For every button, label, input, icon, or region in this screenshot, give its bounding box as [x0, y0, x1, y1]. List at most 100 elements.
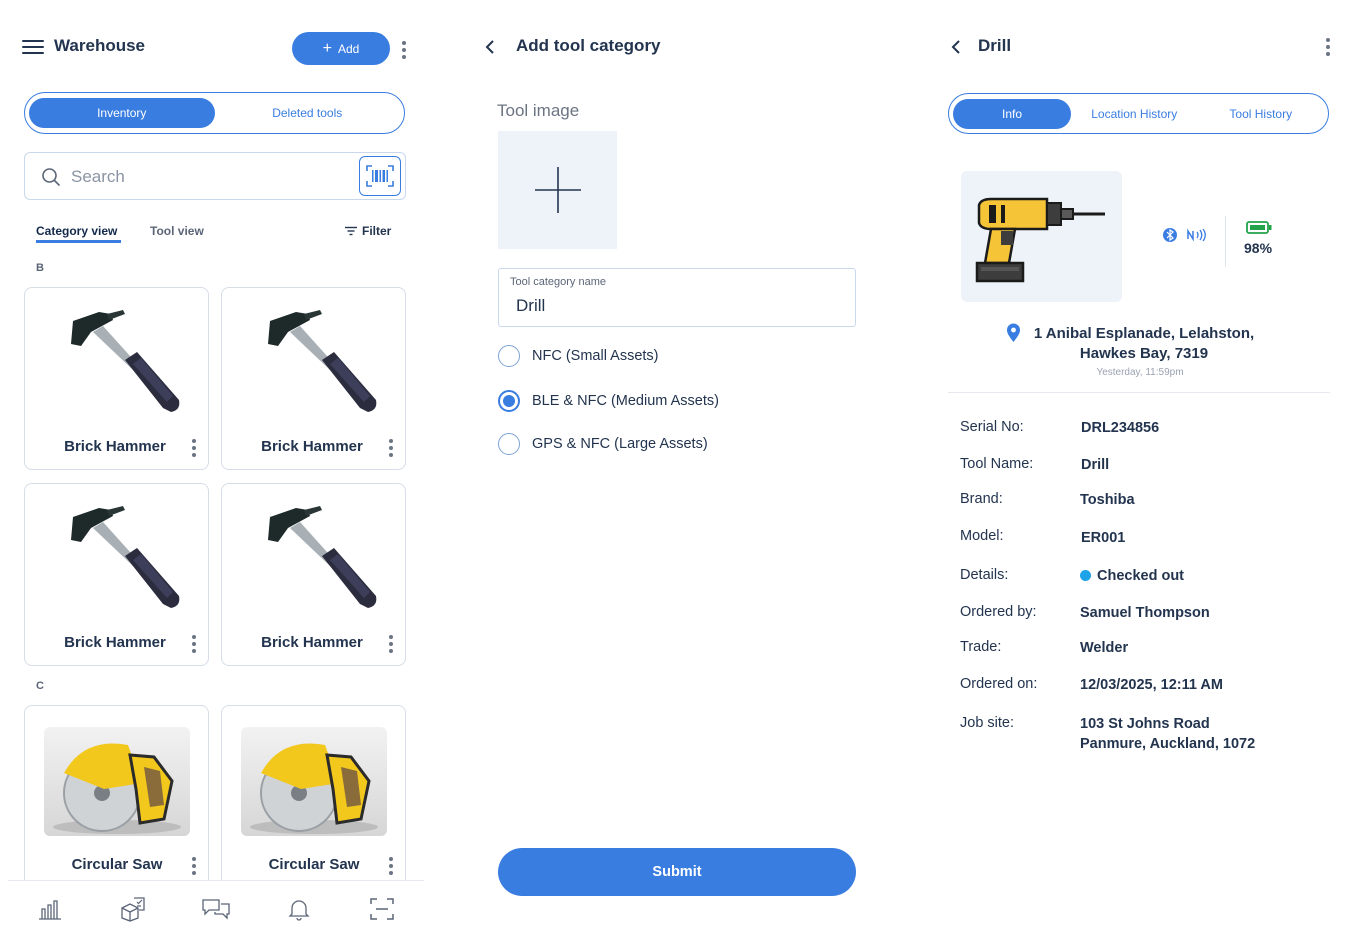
tool-card[interactable]: Brick Hammer	[221, 287, 406, 470]
more-options-icon[interactable]	[389, 439, 393, 460]
hammer-image	[71, 506, 180, 608]
info-value-details: Checked out	[1080, 566, 1184, 586]
info-key-job-site: Job site:	[960, 715, 1014, 731]
field-value: Drill	[516, 296, 546, 315]
radio-option-ble-nfc-medium[interactable]: BLE & NFC (Medium Assets)	[498, 390, 719, 412]
radio-button-selected[interactable]	[498, 390, 520, 412]
section-header: B	[36, 262, 44, 274]
search-icon	[42, 168, 61, 187]
tab-inventory[interactable]: Inventory	[29, 98, 215, 128]
tab-tool-history[interactable]: Tool History	[1198, 99, 1325, 129]
more-options-icon[interactable]	[389, 635, 393, 656]
drill-image	[961, 171, 1122, 302]
menu-icon[interactable]	[22, 40, 44, 54]
search-placeholder: Search	[71, 167, 125, 186]
info-value-trade: Welder	[1080, 640, 1129, 656]
tool-card[interactable]: Brick Hammer	[24, 287, 209, 470]
radio-option-gps-nfc-large[interactable]: GPS & NFC (Large Assets)	[498, 433, 708, 455]
hammer-image	[268, 310, 377, 412]
info-value-ordered-by: Samuel Thompson	[1080, 605, 1210, 621]
battery-icon	[1246, 221, 1272, 234]
info-value-tool-name: Drill	[1081, 457, 1110, 473]
page-title: Drill	[978, 36, 1012, 55]
circular-saw-image	[241, 727, 387, 836]
tool-card-label: Brick Hammer	[64, 438, 166, 455]
radio-label: BLE & NFC (Medium Assets)	[532, 393, 719, 409]
tool-card[interactable]: Brick Hammer	[221, 483, 406, 666]
battery-level: 98%	[1244, 240, 1273, 256]
address-line-2: Hawkes Bay, 7319	[1079, 345, 1209, 362]
info-key-details: Details:	[960, 567, 1009, 583]
more-options-icon[interactable]	[192, 857, 196, 878]
radio-option-nfc-small[interactable]: NFC (Small Assets)	[498, 345, 659, 367]
divider	[948, 392, 1330, 393]
more-options-icon[interactable]	[402, 41, 406, 62]
info-value-ordered-on: 12/03/2025, 12:11 AM	[1080, 677, 1223, 693]
radio-label: GPS & NFC (Large Assets)	[532, 436, 708, 452]
more-options-icon[interactable]	[389, 857, 393, 878]
info-key-ordered-by: Ordered by:	[960, 604, 1037, 620]
barcode-scan-button[interactable]	[359, 156, 401, 196]
info-key-serial: Serial No:	[960, 419, 1024, 435]
field-label: Tool category name	[510, 276, 606, 288]
tab-deleted-tools[interactable]: Deleted tools	[215, 98, 401, 128]
search-input[interactable]: Search	[24, 152, 406, 200]
back-arrow-icon[interactable]	[484, 39, 496, 55]
warehouse-tabs: Inventory Deleted tools	[24, 92, 405, 134]
page-title: Add tool category	[516, 36, 661, 55]
more-options-icon[interactable]	[1326, 38, 1330, 59]
more-options-icon[interactable]	[192, 439, 196, 460]
info-value-brand: Toshiba	[1080, 492, 1135, 508]
plus-icon	[534, 167, 581, 213]
chat-icon[interactable]	[200, 893, 232, 925]
drill-tabs: Info Location History Tool History	[948, 93, 1329, 134]
submit-button[interactable]: Submit	[498, 848, 856, 896]
job-site-line-2: Panmure, Auckland, 1072	[1080, 736, 1256, 752]
job-site-line-1: 103 St Johns Road	[1080, 716, 1210, 732]
tool-card[interactable]: Circular Saw	[221, 705, 406, 885]
tool-card[interactable]: Brick Hammer	[24, 483, 209, 666]
filter-label: Filter	[362, 224, 392, 238]
radio-button[interactable]	[498, 433, 520, 455]
plus-icon: +	[322, 39, 332, 57]
radio-label: NFC (Small Assets)	[532, 348, 659, 364]
radio-button[interactable]	[498, 345, 520, 367]
subtab-category-view[interactable]: Category view	[36, 224, 117, 238]
tool-card-label: Circular Saw	[71, 856, 163, 873]
info-key-brand: Brand:	[960, 491, 1003, 507]
address-timestamp: Yesterday, 11:59pm	[1096, 367, 1184, 378]
info-value-job-site: 103 St Johns Road Panmure, Auckland, 107…	[1080, 714, 1255, 754]
add-button[interactable]: + Add	[292, 32, 390, 65]
bottom-navigation	[8, 880, 424, 937]
tab-location-history[interactable]: Location History	[1071, 99, 1198, 129]
info-value-model: ER001	[1081, 530, 1126, 546]
circular-saw-image	[44, 727, 190, 836]
tool-card[interactable]: Circular Saw	[24, 705, 209, 885]
tool-category-name-field[interactable]: Tool category name Drill	[498, 268, 856, 327]
section-header: C	[36, 680, 44, 692]
subtab-active-underline	[36, 240, 121, 243]
tool-card-label: Brick Hammer	[261, 438, 363, 455]
chart-icon[interactable]	[34, 893, 66, 925]
tool-image-label: Tool image	[497, 101, 580, 120]
hammer-image	[268, 506, 377, 608]
filter-button[interactable]: Filter	[345, 224, 391, 238]
tool-card-label: Circular Saw	[268, 856, 360, 873]
add-label: Add	[337, 41, 360, 56]
status-text: Checked out	[1097, 568, 1185, 584]
inventory-box-icon[interactable]	[117, 893, 149, 925]
scan-icon[interactable]	[366, 893, 398, 925]
barcode-icon	[366, 165, 394, 187]
bluetooth-signal-icon	[1163, 228, 1177, 242]
bell-icon[interactable]	[283, 893, 315, 925]
vertical-divider	[1225, 216, 1226, 267]
more-options-icon[interactable]	[192, 635, 196, 656]
tool-card-label: Brick Hammer	[64, 634, 166, 651]
page-title: Warehouse	[54, 36, 146, 55]
back-arrow-icon[interactable]	[950, 39, 962, 55]
hammer-image	[71, 310, 180, 412]
filter-icon	[345, 226, 357, 236]
add-image-button[interactable]	[498, 131, 617, 249]
subtab-tool-view[interactable]: Tool view	[150, 224, 204, 238]
tab-info[interactable]: Info	[953, 98, 1071, 129]
